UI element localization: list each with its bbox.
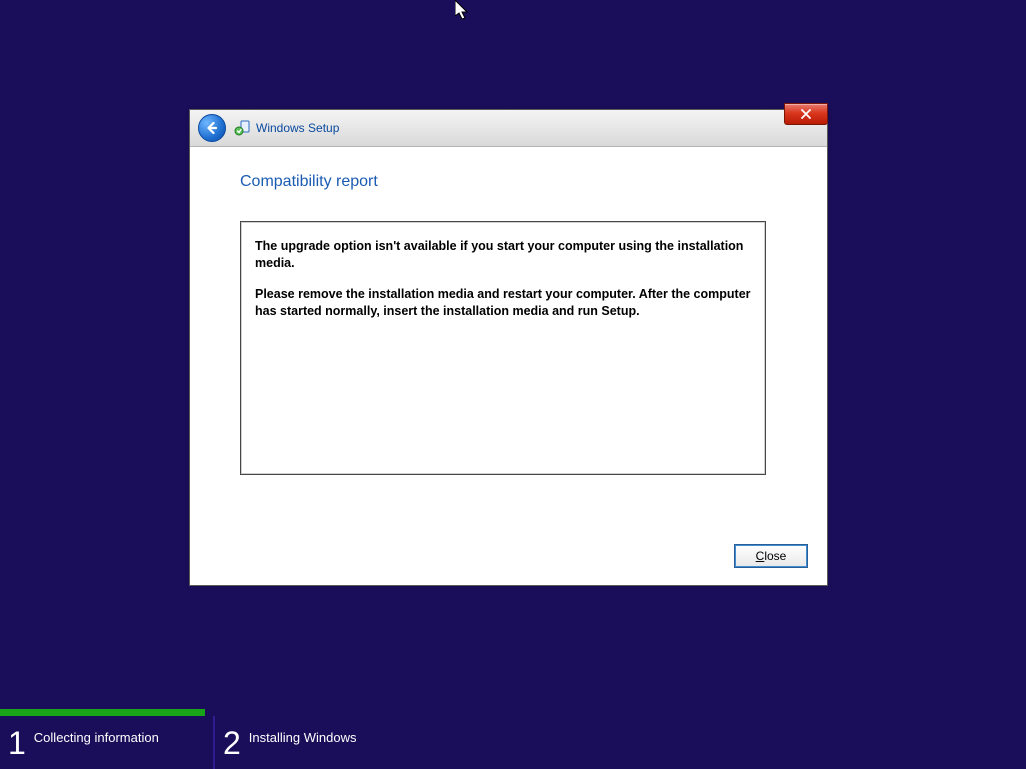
step-label: Installing Windows xyxy=(249,730,357,745)
install-steps: 1 Collecting information 2 Installing Wi… xyxy=(0,716,1026,769)
close-button[interactable]: Close xyxy=(735,545,807,567)
install-progress-done xyxy=(0,709,205,716)
report-paragraph-1: The upgrade option isn't available if yo… xyxy=(255,238,751,272)
titlebar: Windows Setup xyxy=(190,110,827,147)
dialog-button-row: Close xyxy=(735,545,807,567)
window-close-button[interactable] xyxy=(784,103,828,125)
close-icon xyxy=(800,109,812,119)
window-title: Windows Setup xyxy=(256,121,339,135)
step-number: 1 xyxy=(8,727,26,759)
step-label: Collecting information xyxy=(34,730,159,745)
dialog-content: Compatibility report The upgrade option … xyxy=(190,147,827,475)
windows-setup-dialog: Windows Setup Compatibility report The u… xyxy=(189,109,828,586)
installer-background: Windows Setup Compatibility report The u… xyxy=(0,0,1026,769)
compatibility-report-box: The upgrade option isn't available if yo… xyxy=(240,221,766,475)
step-collecting-information: 1 Collecting information xyxy=(0,716,213,769)
install-progress-bar xyxy=(0,709,1026,716)
step-installing-windows: 2 Installing Windows xyxy=(215,716,356,769)
close-button-suffix: lose xyxy=(764,549,786,563)
page-heading: Compatibility report xyxy=(240,173,777,191)
mouse-cursor-icon xyxy=(455,0,471,22)
report-paragraph-2: Please remove the installation media and… xyxy=(255,286,751,320)
step-divider: 2 Installing Windows xyxy=(213,716,356,769)
back-button[interactable] xyxy=(198,114,226,142)
back-arrow-icon xyxy=(205,121,219,135)
step-number: 2 xyxy=(223,727,241,759)
windows-setup-icon xyxy=(234,120,250,136)
